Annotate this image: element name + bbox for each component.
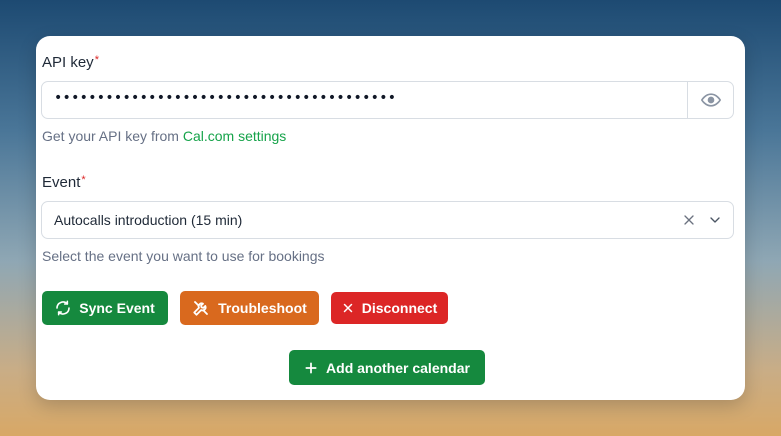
- troubleshoot-button[interactable]: Troubleshoot: [180, 291, 319, 325]
- api-key-input[interactable]: ••••••••••••••••••••••••••••••••••••••••: [54, 90, 396, 106]
- disconnect-button[interactable]: Disconnect: [331, 292, 448, 324]
- add-calendar-label: Add another calendar: [326, 359, 470, 376]
- api-key-field[interactable]: ••••••••••••••••••••••••••••••••••••••••: [41, 81, 734, 119]
- disconnect-label: Disconnect: [361, 300, 438, 316]
- required-mark: *: [94, 54, 99, 66]
- refresh-icon: [56, 300, 71, 316]
- tools-icon: [193, 301, 209, 316]
- calendar-settings-card: API key* •••••••••••••••••••••••••••••••…: [36, 36, 745, 400]
- sync-event-button[interactable]: Sync Event: [42, 291, 168, 325]
- sync-event-label: Sync Event: [79, 300, 155, 316]
- cal-settings-link[interactable]: Cal.com settings: [183, 128, 286, 144]
- add-calendar-button[interactable]: Add another calendar: [289, 350, 485, 385]
- eye-icon: [700, 93, 721, 107]
- required-mark: *: [81, 174, 86, 186]
- event-help: Select the event you want to use for boo…: [42, 248, 325, 264]
- event-label: Event*: [42, 174, 86, 191]
- event-select-value: Autocalls introduction (15 min): [54, 212, 243, 228]
- close-icon[interactable]: [681, 212, 697, 228]
- plus-icon: [305, 361, 317, 374]
- api-key-help: Get your API key from Cal.com settings: [42, 128, 287, 144]
- chevron-down-icon[interactable]: [707, 212, 723, 228]
- api-key-label: API key*: [42, 54, 99, 71]
- close-icon: [343, 303, 353, 313]
- toggle-visibility-button[interactable]: [687, 82, 733, 118]
- troubleshoot-label: Troubleshoot: [218, 300, 307, 316]
- event-select[interactable]: Autocalls introduction (15 min): [41, 201, 734, 239]
